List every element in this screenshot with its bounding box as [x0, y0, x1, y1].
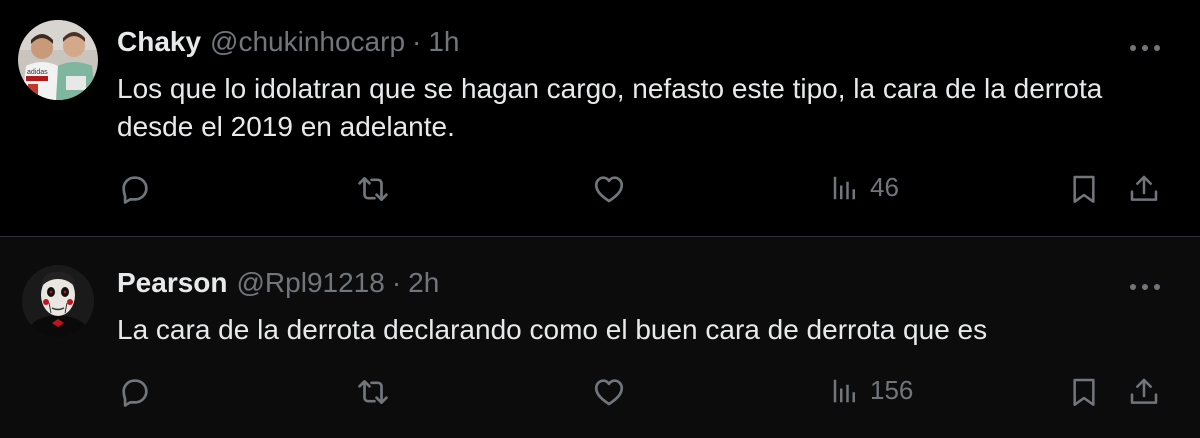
view-count: 156	[870, 375, 914, 405]
separator: ·	[391, 267, 402, 298]
reply-button[interactable]	[118, 375, 152, 409]
reply-button[interactable]	[118, 172, 152, 206]
views-button[interactable]: 156	[830, 375, 913, 406]
views-icon	[833, 176, 855, 199]
tweet-header: Chaky @chukinhocarp · 1h	[117, 26, 460, 60]
bookmark-icon	[1073, 378, 1095, 406]
timestamp[interactable]: 2h	[408, 267, 439, 299]
svg-text:adidas: adidas	[27, 69, 48, 76]
user-handle[interactable]: @chukinhocarp	[210, 26, 405, 58]
bookmark-icon	[1073, 175, 1095, 203]
more-icon[interactable]	[1128, 279, 1162, 290]
retweet-button[interactable]	[355, 375, 391, 409]
like-icon	[594, 379, 624, 406]
user-handle[interactable]: @Rpl91218	[237, 267, 385, 299]
share-button[interactable]	[1128, 375, 1160, 409]
retweet-button[interactable]	[355, 172, 391, 206]
separator: ·	[412, 26, 422, 57]
tweet-text: Los que lo idolatran que se hagan cargo,…	[117, 73, 1103, 142]
timeline: adidas Chaky @chukinhocarp · 1h Los que …	[0, 0, 1200, 438]
views-icon	[833, 379, 855, 402]
action-bar: 156	[0, 375, 1200, 415]
like-button[interactable]	[592, 375, 626, 409]
reply-icon	[122, 176, 148, 204]
retweet-icon	[358, 380, 388, 404]
share-icon	[1130, 175, 1158, 201]
bookmark-button[interactable]	[1068, 375, 1100, 409]
share-icon	[1130, 378, 1158, 404]
avatar[interactable]: adidas	[18, 20, 98, 100]
tweet[interactable]: Pearson @Rpl91218 · 2h La cara de la der…	[0, 237, 1200, 438]
like-icon	[594, 176, 624, 203]
display-name[interactable]: Chaky	[117, 26, 201, 58]
tweet-text: La cara de la derrota declarando como el…	[117, 314, 988, 345]
timestamp[interactable]: 1h	[428, 26, 459, 58]
more-icon[interactable]	[1128, 40, 1162, 51]
view-count: 46	[870, 172, 899, 202]
retweet-icon	[358, 177, 388, 201]
reply-icon	[122, 379, 148, 407]
views-button[interactable]: 46	[830, 172, 899, 203]
action-bar: 46	[0, 172, 1200, 212]
share-button[interactable]	[1128, 172, 1160, 206]
display-name[interactable]: Pearson	[117, 267, 228, 299]
like-button[interactable]	[592, 172, 626, 206]
avatar[interactable]	[22, 265, 94, 337]
bookmark-button[interactable]	[1068, 172, 1100, 206]
tweet[interactable]: adidas Chaky @chukinhocarp · 1h Los que …	[0, 0, 1200, 236]
tweet-header: Pearson @Rpl91218 · 2h	[117, 267, 439, 301]
